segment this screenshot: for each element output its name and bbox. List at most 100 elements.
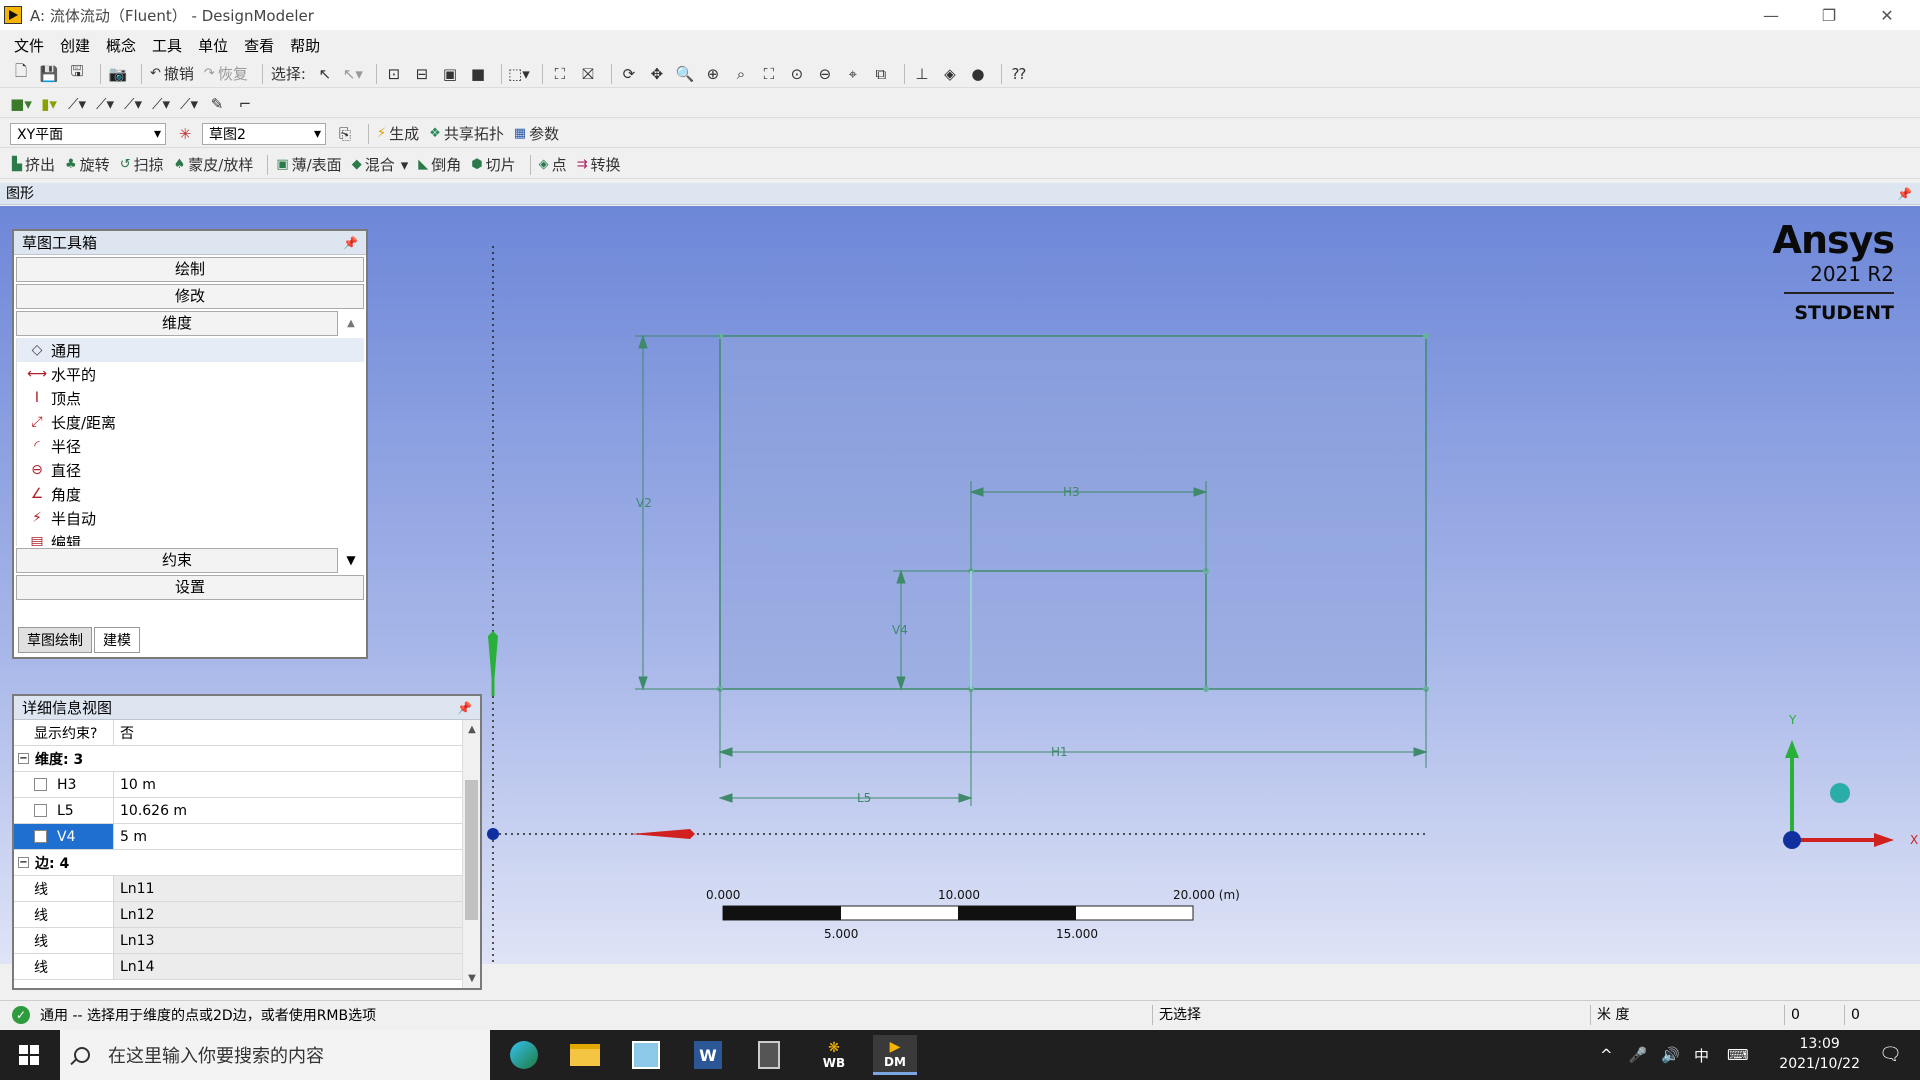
designmodeler-taskbar-icon[interactable]: ▶ DM: [873, 1035, 917, 1075]
revolve-button[interactable]: ♣ 旋转: [63, 154, 112, 176]
select-all-icon[interactable]: ⛶: [549, 63, 571, 85]
tool-horizontal[interactable]: ⟷ 水平的: [17, 362, 364, 386]
details-scrollbar[interactable]: ▲ ▼: [462, 720, 480, 988]
sketch-dropdown[interactable]: 草图2 ▾: [202, 122, 326, 145]
details-group-edges[interactable]: − 边: 4: [14, 850, 462, 876]
edge-browser-icon[interactable]: [502, 1035, 546, 1075]
edge-select-icon[interactable]: ⊟: [411, 63, 433, 85]
edge-vertex-icon[interactable]: ⟋▾: [178, 93, 200, 115]
restore-button[interactable]: ❐: [1800, 0, 1858, 30]
select-mode-icon[interactable]: ↖: [314, 63, 336, 85]
details-row-h3[interactable]: H3 10 m: [14, 772, 462, 798]
new-plane-icon[interactable]: ✳: [174, 123, 196, 145]
parameter-checkbox[interactable]: [34, 778, 47, 791]
toolbox-section-settings[interactable]: 设置: [16, 575, 364, 600]
scrollbar-thumb[interactable]: [465, 780, 478, 920]
extend-select-icon[interactable]: ⬚▾: [508, 63, 530, 85]
zoom-in-icon[interactable]: ⊕: [702, 63, 724, 85]
edge-display-icon[interactable]: ▮▾: [38, 93, 60, 115]
tab-modeling[interactable]: 建模: [94, 627, 140, 653]
menu-file[interactable]: 文件: [6, 35, 52, 56]
calculator-icon[interactable]: [747, 1035, 791, 1075]
tool-vertical[interactable]: I 顶点: [17, 386, 364, 410]
details-row-v4[interactable]: V4 5 m: [14, 824, 462, 850]
tool-semi-automatic[interactable]: ⚡ 半自动: [17, 506, 364, 530]
skin-loft-button[interactable]: ♠ 蒙皮/放样: [172, 154, 256, 176]
face-display-icon[interactable]: ■▾: [10, 93, 32, 115]
start-button[interactable]: [0, 1030, 58, 1080]
face-select-icon[interactable]: ▣: [439, 63, 461, 85]
menu-help[interactable]: 帮助: [282, 35, 328, 56]
tool-edit[interactable]: ▤ 编辑: [17, 530, 364, 547]
share-topology-button[interactable]: ❖ 共享拓扑: [427, 123, 506, 145]
close-button[interactable]: ✕: [1858, 0, 1916, 30]
zoom-box-icon[interactable]: ⌕: [730, 63, 752, 85]
details-row-show-constraints[interactable]: 显示约束? 否: [14, 720, 462, 746]
edge-pick-icon[interactable]: ✎: [206, 93, 228, 115]
scroll-up-icon[interactable]: ▲: [463, 724, 480, 735]
status-units[interactable]: 米 度: [1590, 1005, 1784, 1025]
microphone-icon[interactable]: 🎤: [1629, 1046, 1648, 1064]
tool-radius[interactable]: ◜ 半径: [17, 434, 364, 458]
point-select-icon[interactable]: ⊡: [383, 63, 405, 85]
taskbar-clock[interactable]: 13:09 2021/10/22: [1779, 1034, 1860, 1074]
help-cursor-icon[interactable]: ⁇: [1008, 63, 1030, 85]
toolbox-section-draw[interactable]: 绘制: [16, 257, 364, 282]
extrude-button[interactable]: ▙ 挤出: [10, 154, 57, 176]
save-as-icon[interactable]: 🖫: [66, 62, 88, 85]
collapse-icon[interactable]: −: [18, 753, 29, 764]
screenshot-camera-icon[interactable]: 📷: [107, 63, 129, 85]
menu-concept[interactable]: 概念: [98, 35, 144, 56]
tool-general[interactable]: ◇ 通用: [17, 338, 364, 362]
chamfer-button[interactable]: ◣ 倒角: [416, 154, 463, 176]
generate-button[interactable]: ⚡ 生成: [375, 123, 421, 145]
details-row-l5[interactable]: L5 10.626 m: [14, 798, 462, 824]
pin-icon[interactable]: 📌: [343, 231, 358, 255]
zoom-fit-icon[interactable]: ⛶: [758, 63, 780, 85]
redo-button[interactable]: ↷ 恢复: [202, 63, 250, 85]
rotate-view-icon[interactable]: ⟳: [618, 63, 640, 85]
taskbar-search-box[interactable]: 在这里输入你要搜索的内容: [60, 1030, 490, 1080]
scroll-up-icon[interactable]: ▲: [339, 312, 363, 335]
conversion-button[interactable]: ⇉ 转换: [575, 154, 623, 176]
new-file-icon[interactable]: 🗋: [10, 62, 32, 85]
display-model-icon[interactable]: ◈: [939, 63, 961, 85]
menu-tools[interactable]: 工具: [144, 35, 190, 56]
menu-view[interactable]: 查看: [236, 35, 282, 56]
new-sketch-icon[interactable]: ⎘: [334, 123, 356, 145]
details-row-edge[interactable]: 线 Ln14: [14, 954, 462, 980]
tool-diameter[interactable]: ⊖ 直径: [17, 458, 364, 482]
ime-indicator[interactable]: 中: [1694, 1045, 1709, 1066]
look-at-icon[interactable]: ⧉: [870, 63, 892, 85]
workbench-icon[interactable]: ❋ WB: [812, 1035, 856, 1075]
details-row-edge[interactable]: 线 Ln12: [14, 902, 462, 928]
scroll-down-icon[interactable]: ▼: [463, 973, 480, 984]
keyboard-layout-icon[interactable]: ⌨: [1727, 1046, 1749, 1064]
undo-button[interactable]: ↶ 撤销: [148, 63, 196, 85]
toolbox-section-constraints[interactable]: 约束 ▼: [16, 548, 356, 573]
parameter-checkbox[interactable]: [34, 830, 47, 843]
edge-joint-icon[interactable]: ⟋▾: [66, 93, 88, 115]
triad-icon[interactable]: ⊥: [911, 63, 933, 85]
zoom-icon[interactable]: 🔍: [674, 63, 696, 85]
point-button[interactable]: ◈ 点: [537, 154, 569, 176]
save-icon[interactable]: 💾: [38, 63, 60, 85]
image-viewer-icon[interactable]: [624, 1035, 668, 1075]
tool-angle[interactable]: ∠ 角度: [17, 482, 364, 506]
menu-units[interactable]: 单位: [190, 35, 236, 56]
file-explorer-icon[interactable]: [563, 1035, 607, 1075]
details-group-dimensions[interactable]: − 维度: 3: [14, 746, 462, 772]
pin-icon[interactable]: 📌: [1897, 183, 1912, 205]
details-row-edge[interactable]: 线 Ln13: [14, 928, 462, 954]
thin-surface-button[interactable]: ▣ 薄/表面: [274, 154, 343, 176]
tab-sketching[interactable]: 草图绘制: [18, 627, 92, 653]
zoom-out-icon[interactable]: ⊖: [814, 63, 836, 85]
menu-create[interactable]: 创建: [52, 35, 98, 56]
display-points-icon[interactable]: ●: [967, 63, 989, 85]
slice-button[interactable]: ⬢ 切片: [469, 154, 517, 176]
toolbox-section-dimensions[interactable]: 维度 ▲: [16, 311, 355, 336]
chevron-up-icon[interactable]: ^: [1600, 1046, 1613, 1064]
volume-icon[interactable]: 🔊: [1661, 1046, 1680, 1064]
isometric-view-icon[interactable]: ⌖: [842, 63, 864, 85]
select-extend-icon[interactable]: ↖▾: [342, 63, 364, 85]
